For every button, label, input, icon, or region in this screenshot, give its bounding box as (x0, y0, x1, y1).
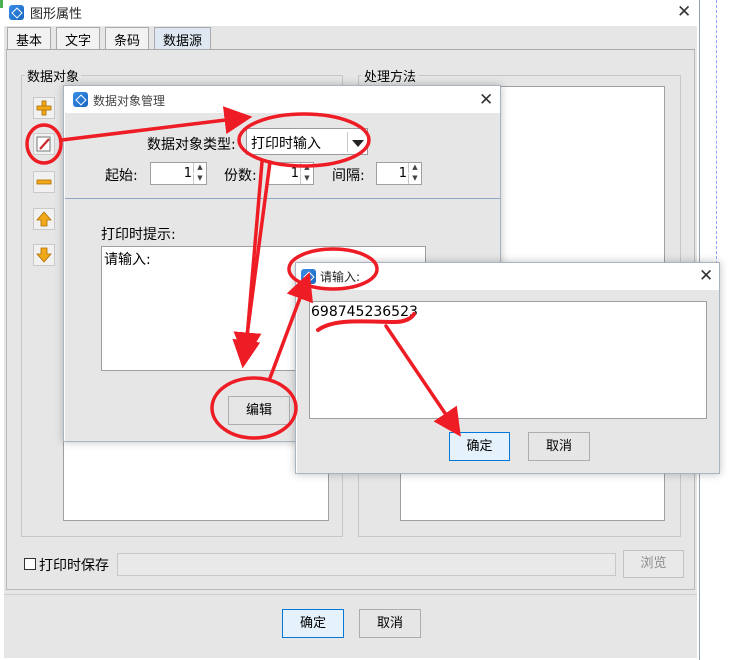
value-text: 698745236523 (311, 304, 418, 320)
data-objects-group-label: 数据对象 (25, 66, 82, 85)
move-down-button[interactable] (33, 244, 55, 266)
prompt-text: 请输入: (104, 252, 151, 268)
bottom-bar (4, 594, 697, 658)
spin-down-icon[interactable]: ▼ (193, 174, 206, 184)
dialog-app-icon (73, 92, 88, 107)
add-icon (36, 100, 52, 116)
start-value: 1 (183, 166, 192, 181)
save-on-print-field[interactable] (117, 553, 616, 576)
move-down-icon (36, 247, 52, 263)
start-label: 起始: (105, 168, 138, 184)
edit-button[interactable] (33, 133, 55, 155)
type-label: 数据对象类型: (147, 137, 236, 153)
processing-group-label: 处理方法 (362, 66, 419, 85)
main-ok-button[interactable]: 确定 (282, 609, 344, 638)
browse-button[interactable]: 浏览 (623, 550, 684, 578)
save-on-print-checkbox[interactable] (24, 558, 36, 570)
background-green-mark (0, 0, 3, 8)
input-dialog-app-icon (301, 269, 316, 284)
input-dialog-close-icon[interactable]: ✕ (699, 268, 713, 285)
spin-down-icon[interactable]: ▼ (300, 174, 313, 184)
copies-label: 份数: (224, 168, 257, 184)
edit-icon (36, 136, 51, 152)
copies-value: 1 (290, 166, 299, 181)
edit-prompt-button[interactable]: 编辑 (228, 396, 290, 425)
tab-data-source[interactable]: 数据源 (154, 27, 212, 50)
input-dialog: 请输入: ✕ 698745236523 确定 取消 (295, 262, 720, 474)
spin-up-icon[interactable]: ▲ (408, 163, 421, 173)
spin-up-icon[interactable]: ▲ (300, 163, 313, 173)
data-object-dialog-title: 数据对象管理 (93, 94, 166, 108)
remove-icon (36, 179, 52, 185)
type-select-value: 打印时输入 (251, 136, 321, 152)
add-button[interactable] (33, 97, 55, 119)
dialog-divider (65, 198, 500, 199)
spin-up-icon[interactable]: ▲ (193, 163, 206, 173)
main-cancel-button[interactable]: 取消 (359, 609, 421, 638)
interval-label: 间隔: (332, 168, 365, 184)
input-dialog-title: 请输入: (320, 270, 361, 284)
copies-spinner[interactable]: 1 ▲ ▼ (268, 162, 314, 185)
remove-button[interactable] (33, 171, 55, 193)
data-object-dialog-close-icon[interactable]: ✕ (479, 92, 493, 109)
prompt-label: 打印时提示: (101, 227, 176, 243)
input-cancel-button[interactable]: 取消 (528, 432, 590, 461)
interval-value: 1 (398, 166, 407, 181)
tab-text[interactable]: 文字 (56, 27, 101, 49)
close-icon[interactable]: ✕ (677, 4, 691, 21)
move-up-button[interactable] (33, 208, 55, 230)
tab-barcode[interactable]: 条码 (105, 27, 150, 49)
move-up-icon (36, 211, 52, 227)
type-select[interactable]: 打印时输入 (246, 128, 368, 155)
value-textarea[interactable]: 698745236523 (309, 301, 707, 419)
save-on-print-label: 打印时保存 (39, 558, 109, 574)
window-title: 图形属性 (30, 7, 83, 22)
chevron-down-icon (347, 132, 367, 152)
tab-basic[interactable]: 基本 (7, 27, 52, 49)
spin-down-icon[interactable]: ▼ (408, 174, 421, 184)
interval-spinner[interactable]: 1 ▲ ▼ (376, 162, 422, 185)
start-spinner[interactable]: 1 ▲ ▼ (150, 162, 207, 185)
input-ok-button[interactable]: 确定 (449, 432, 510, 461)
app-icon (9, 5, 24, 20)
